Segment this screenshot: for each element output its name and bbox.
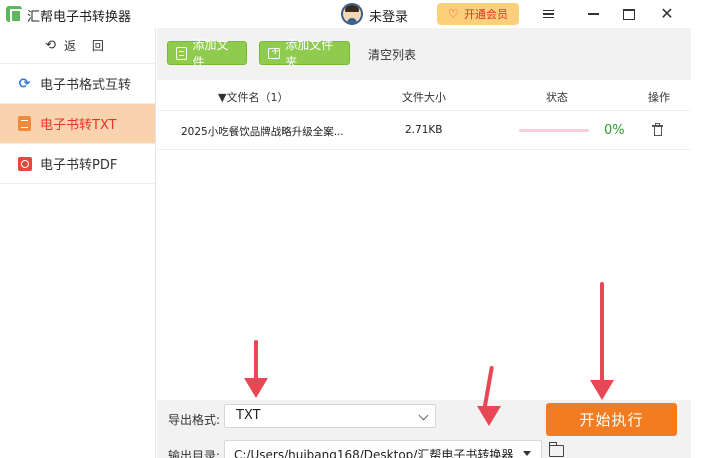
main-panel: 添加文件 添加文件夹 清空列表 ▼文件名（1） 文件大小 状态 操作 2025小… — [157, 28, 702, 458]
caret-down-icon — [523, 451, 531, 456]
pdf-file-icon — [17, 156, 32, 171]
maximize-button[interactable] — [619, 4, 639, 24]
app-title: 汇帮电子书转换器 — [27, 10, 132, 25]
minimize-icon — [587, 13, 599, 15]
clear-list-button[interactable]: 清空列表 — [368, 46, 416, 63]
vip-button[interactable]: ♡ 开通会员 — [437, 3, 519, 25]
back-button[interactable]: ⟲ 返 回 — [0, 28, 155, 64]
chevron-down-icon — [418, 410, 429, 421]
progress-bar — [519, 129, 589, 132]
sidebar-item-label: 电子书转PDF — [40, 158, 118, 173]
title-bar: 汇帮电子书转换器 未登录 ♡ 开通会员 ✕ — [0, 0, 702, 28]
menu-button[interactable] — [538, 4, 558, 24]
add-folder-icon — [268, 46, 281, 59]
panel-edge — [691, 28, 702, 458]
add-file-button[interactable]: 添加文件 — [167, 38, 247, 69]
export-format-value: TXT — [236, 408, 261, 423]
trash-icon[interactable] — [652, 123, 663, 137]
app-logo-icon — [6, 6, 22, 23]
column-header-size: 文件大小 — [402, 91, 446, 104]
back-label: 返 回 — [64, 39, 110, 53]
sync-icon: ⟳ — [18, 75, 31, 92]
heart-icon: ♡ — [448, 7, 459, 21]
back-arrow-icon: ⟲ — [45, 38, 57, 53]
annotation-arrow-format — [244, 340, 268, 398]
add-file-label: 添加文件 — [192, 38, 229, 69]
annotation-arrow-start — [590, 282, 614, 400]
vip-button-label: 开通会员 — [464, 8, 508, 21]
add-folder-button[interactable]: 添加文件夹 — [259, 38, 350, 69]
minimize-button[interactable] — [583, 4, 603, 24]
login-status-link[interactable]: 未登录 — [369, 6, 408, 25]
start-button[interactable]: 开始执行 — [546, 403, 677, 436]
sidebar-item-to-pdf[interactable]: 电子书转PDF — [0, 144, 155, 184]
export-format-label: 导出格式: — [168, 413, 221, 427]
progress-percent: 0% — [604, 123, 625, 138]
maximize-icon — [623, 8, 635, 20]
output-dir-select[interactable]: C:/Users/huibang168/Desktop/汇帮电子书转换器 — [224, 440, 542, 458]
column-header-status: 状态 — [546, 91, 568, 104]
annotation-arrow-output — [477, 365, 504, 426]
sidebar: ⟲ 返 回 ⟳ 电子书格式互转 电子书转TXT 电子书转PDF — [0, 28, 156, 458]
add-file-icon — [176, 46, 188, 60]
hamburger-icon — [542, 10, 554, 18]
column-header-name[interactable]: ▼文件名（1） — [218, 89, 288, 105]
add-folder-label: 添加文件夹 — [285, 38, 334, 69]
close-icon: ✕ — [660, 4, 674, 23]
export-format-select[interactable]: TXT — [224, 404, 436, 428]
sidebar-item-format-convert[interactable]: ⟳ 电子书格式互转 — [0, 64, 155, 104]
txt-file-icon — [18, 116, 31, 131]
avatar[interactable] — [341, 3, 363, 25]
sidebar-item-label: 电子书转TXT — [40, 118, 117, 133]
sidebar-item-to-txt[interactable]: 电子书转TXT — [0, 104, 155, 144]
table-row[interactable]: 2025小吃餐饮品牌战略升级全案... 2.71KB 0% — [157, 110, 691, 150]
file-size: 2.71KB — [405, 124, 443, 136]
column-header-action: 操作 — [648, 91, 670, 104]
output-dir-label: 输出目录: — [168, 449, 221, 458]
sidebar-item-label: 电子书格式互转 — [40, 78, 132, 93]
file-name: 2025小吃餐饮品牌战略升级全案... — [181, 126, 344, 138]
output-dir-value: C:/Users/huibang168/Desktop/汇帮电子书转换器 — [234, 448, 514, 458]
close-button[interactable]: ✕ — [657, 4, 677, 24]
folder-open-icon[interactable] — [548, 442, 564, 457]
